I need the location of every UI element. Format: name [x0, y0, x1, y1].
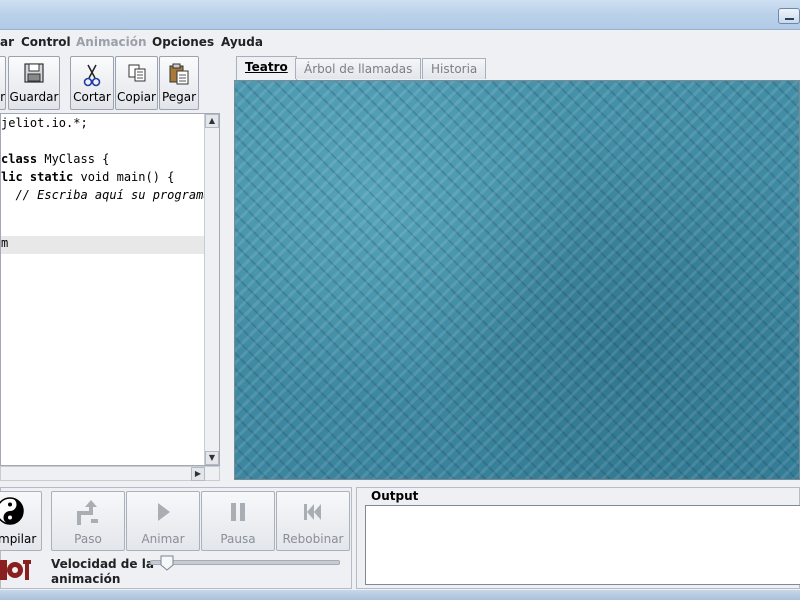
output-title: Output — [371, 489, 419, 503]
save-button[interactable]: Guardar — [8, 56, 60, 110]
jeliot-logo-icon — [0, 560, 31, 580]
code-line-5: // Escriba aquí su programa. — [15, 188, 218, 202]
scroll-down-arrow-icon[interactable]: ▼ — [205, 451, 219, 465]
cut-button[interactable]: Cortar — [70, 56, 114, 110]
menu-archivo[interactable]: ar — [0, 35, 14, 49]
menu-ayuda[interactable]: Ayuda — [221, 35, 263, 49]
pause-button[interactable]: Pausa — [201, 491, 275, 551]
floppy-disk-icon — [24, 63, 44, 83]
copy-button-label: Copiar — [117, 90, 156, 104]
window-bottom-border — [0, 590, 800, 600]
view-tabs: Teatro Árbol de llamadas Historia — [236, 56, 800, 80]
theatre-canvas — [234, 80, 800, 480]
step-icon — [77, 500, 98, 525]
output-text-area[interactable] — [365, 505, 800, 585]
code-editor[interactable]: jeliot.io.*; class MyClass { lic static … — [0, 113, 220, 466]
copy-button[interactable]: Copiar — [115, 56, 158, 110]
editor-horizontal-scrollbar[interactable]: ▶ — [0, 466, 220, 481]
window-title-bar — [0, 0, 800, 30]
menu-bar: ar Control Animación Opciones Ayuda — [0, 30, 800, 54]
pause-button-label: Pausa — [220, 532, 256, 546]
rewind-button[interactable]: Rebobinar — [276, 491, 350, 551]
tab-historia[interactable]: Historia — [422, 58, 487, 79]
menu-opciones[interactable]: Opciones — [152, 35, 214, 49]
speed-label: Velocidad de la animación — [51, 557, 154, 586]
code-line-current: m — [1, 236, 206, 254]
compile-button[interactable]: mpilar — [0, 491, 42, 551]
pause-icon — [231, 503, 245, 521]
animation-controls-panel: mpilar Paso Animar Pausa Rebobinar Veloc… — [0, 487, 352, 589]
toolbar: r Guardar Cortar Copiar Pegar — [0, 54, 232, 112]
code-line-1: jeliot.io.*; — [1, 116, 88, 130]
editor-vertical-scrollbar[interactable]: ▲ ▼ — [204, 114, 219, 465]
rewind-button-label: Rebobinar — [282, 532, 344, 546]
code-line-4: lic static void main() { — [1, 170, 175, 184]
menu-control[interactable]: Control — [21, 35, 71, 49]
paste-button-label: Pegar — [161, 90, 197, 104]
cut-button-label: Cortar — [73, 90, 111, 104]
copy-icon — [128, 64, 145, 82]
speed-slider-thumb[interactable] — [160, 555, 174, 571]
animate-button[interactable]: Animar — [126, 491, 200, 551]
paste-clipboard-icon — [169, 63, 189, 85]
step-button[interactable]: Paso — [51, 491, 125, 551]
code-line-3: class MyClass { — [1, 152, 110, 166]
scroll-up-arrow-icon[interactable]: ▲ — [205, 114, 219, 128]
speed-slider-track[interactable] — [150, 560, 340, 565]
save-button-label: Guardar — [9, 90, 59, 104]
compile-button-label: mpilar — [0, 532, 37, 546]
open-button-label: r — [0, 90, 5, 104]
menu-animacion[interactable]: Animación — [76, 35, 147, 49]
animate-button-label: Animar — [141, 532, 185, 546]
scroll-right-arrow-icon[interactable]: ▶ — [191, 467, 205, 481]
rewind-icon — [304, 504, 321, 520]
tab-teatro[interactable]: Teatro — [236, 56, 297, 80]
step-button-label: Paso — [74, 532, 102, 546]
paste-button[interactable]: Pegar — [159, 56, 199, 110]
scissors-icon — [83, 64, 101, 87]
output-panel: Output — [356, 487, 800, 589]
tab-arbol-de-llamadas[interactable]: Árbol de llamadas — [295, 58, 422, 79]
play-icon — [158, 503, 170, 521]
yin-yang-icon — [0, 497, 24, 525]
open-button[interactable]: r — [0, 56, 6, 110]
minimize-button[interactable] — [778, 8, 800, 24]
